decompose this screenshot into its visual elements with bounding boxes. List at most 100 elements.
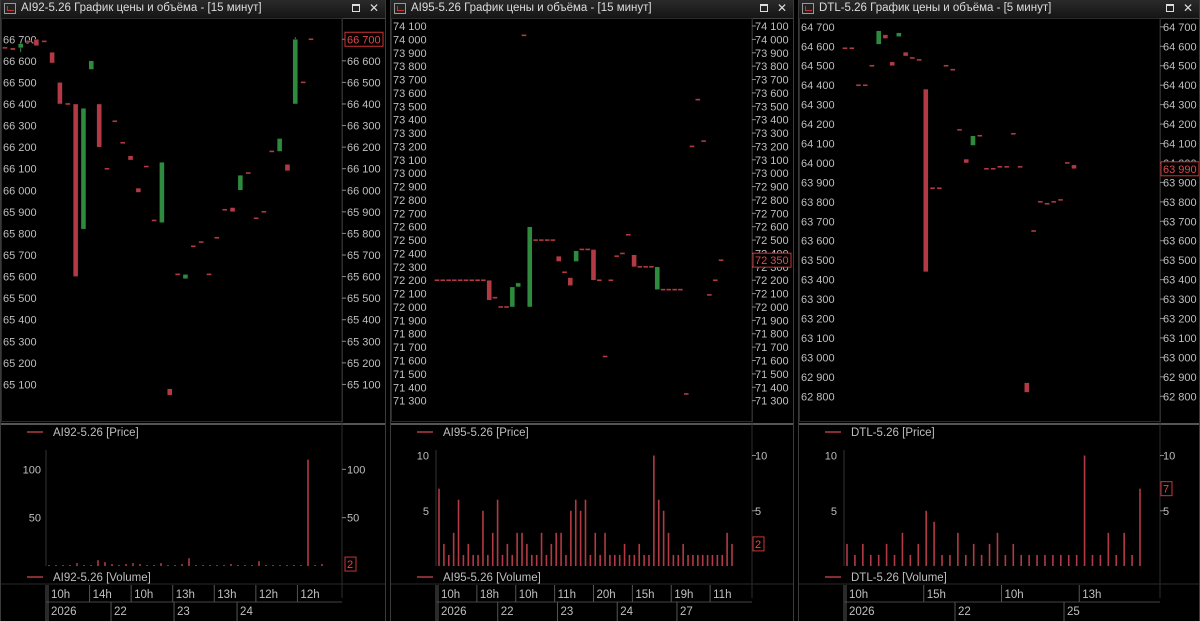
candle xyxy=(990,167,996,170)
candle xyxy=(498,305,504,309)
volume-bar xyxy=(667,532,670,566)
price-tick-right: 72 100 xyxy=(755,289,789,301)
volume-tick-left: 50 xyxy=(29,513,41,525)
price-tick-left: 66 100 xyxy=(3,164,37,176)
volume-bar xyxy=(1004,554,1007,566)
chart-window-1[interactable]: AI92-5.26 График цены и объёма - [15 мин… xyxy=(0,0,386,621)
window-titlebar[interactable]: DTL-5.26 График цены и объёма - [5 минут… xyxy=(799,0,1199,19)
volume-bar xyxy=(545,554,548,566)
candle xyxy=(590,249,597,281)
price-tick-right: 72 500 xyxy=(755,235,789,247)
chart-window-2[interactable]: AI95-5.26 График цены и объёма - [15 мин… xyxy=(390,0,794,621)
price-tick-right: 66 000 xyxy=(347,185,381,197)
chart-canvas[interactable]: 64 700 64 700 64 600 64 600 64 500 64 500 64 4… xyxy=(799,18,1199,621)
volume-bar xyxy=(628,554,631,566)
candle xyxy=(1051,200,1057,204)
price-tick-right: 63 300 xyxy=(1163,294,1197,306)
candle xyxy=(671,288,678,291)
price-tick-left: 72 600 xyxy=(393,222,427,234)
price-tick-left: 65 700 xyxy=(3,250,37,262)
volume-bar xyxy=(662,510,665,566)
volume-tick-right: 5 xyxy=(1163,506,1169,518)
candle xyxy=(943,64,949,67)
date-label: 2026 xyxy=(51,606,77,618)
maximize-icon[interactable] xyxy=(1163,1,1177,15)
volume-tick-right: 50 xyxy=(347,513,359,525)
candle xyxy=(1030,229,1037,233)
price-tick-right: 66 600 xyxy=(347,56,381,68)
volume-bar xyxy=(599,554,601,566)
volume-bar xyxy=(216,565,218,566)
price-tick-left: 72 500 xyxy=(393,235,427,247)
price-tick-left: 64 700 xyxy=(801,22,835,34)
price-tick-left: 73 900 xyxy=(393,48,427,60)
volume-bar xyxy=(307,459,309,566)
candle xyxy=(875,30,882,45)
candle xyxy=(648,265,655,269)
date-label: 2026 xyxy=(441,606,467,618)
candle xyxy=(57,82,63,105)
window-titlebar[interactable]: AI95-5.26 График цены и объёма - [15 мин… xyxy=(391,0,793,19)
candle xyxy=(206,273,212,276)
price-tick-left: 71 400 xyxy=(393,382,427,394)
volume-bar xyxy=(118,565,120,566)
price-tick-left: 64 300 xyxy=(801,100,835,112)
candle xyxy=(457,279,463,282)
volume-legend: DTL-5.26 [Volume] xyxy=(851,572,947,584)
window-titlebar[interactable]: AI92-5.26 График цены и объёма - [15 мин… xyxy=(1,0,385,19)
close-icon[interactable]: ✕ xyxy=(1181,1,1195,15)
chart-canvas[interactable]: 66 70066 70066 60066 60066 50066 50066 4… xyxy=(1,18,385,621)
chart-window-3[interactable]: DTL-5.26 График цены и объёма - [5 минут… xyxy=(798,0,1200,621)
close-icon[interactable]: ✕ xyxy=(775,1,789,15)
candle xyxy=(135,187,142,193)
candle xyxy=(527,226,533,308)
price-tick-left: 74 000 xyxy=(393,34,427,46)
candle xyxy=(666,288,672,291)
volume-bar xyxy=(535,554,538,566)
volume-bar xyxy=(972,543,975,566)
candle xyxy=(41,40,47,43)
time-label: 11h xyxy=(558,589,576,601)
candle xyxy=(509,286,516,308)
volume-bar xyxy=(153,565,155,566)
chart-canvas[interactable]: 74 100 74 10074 000 74 00073 900 73 90073 8… xyxy=(391,18,793,621)
date-label: 22 xyxy=(958,606,971,618)
volume-bar xyxy=(167,565,169,566)
volume-bar xyxy=(125,564,127,566)
maximize-icon[interactable] xyxy=(349,1,363,15)
candle xyxy=(25,40,32,43)
volume-bar xyxy=(506,543,509,566)
volume-bar xyxy=(869,554,872,566)
candle xyxy=(619,252,626,255)
volume-bar xyxy=(570,510,572,566)
candle xyxy=(198,240,204,244)
volume-bar xyxy=(941,554,943,566)
candle xyxy=(434,279,440,282)
volume-bar xyxy=(731,543,733,566)
price-tick-right: 66 500 xyxy=(347,77,381,89)
candle xyxy=(463,279,469,282)
volume-bar xyxy=(638,543,641,566)
volume-bar xyxy=(885,543,888,566)
volume-bar xyxy=(701,554,704,566)
price-tick-right: 65 900 xyxy=(347,207,381,219)
date-label: 24 xyxy=(240,606,253,618)
candle xyxy=(174,273,181,276)
close-icon[interactable]: ✕ xyxy=(367,1,381,15)
time-label: 19h xyxy=(674,589,693,601)
price-tick-right: 64 500 xyxy=(1163,61,1197,73)
volume-bar xyxy=(146,565,148,566)
maximize-icon[interactable] xyxy=(757,1,771,15)
volume-bar xyxy=(1067,554,1070,566)
price-tick-left: 71 800 xyxy=(393,329,427,341)
last-volume-label: 2 xyxy=(347,559,353,571)
price-tick-left: 63 300 xyxy=(801,294,835,306)
volume-bar xyxy=(62,565,64,566)
volume-tick-left: 5 xyxy=(423,506,429,518)
price-tick-right: 63 700 xyxy=(1163,216,1197,228)
candle xyxy=(613,254,620,258)
volume-bar xyxy=(1083,455,1086,566)
candle xyxy=(561,271,568,274)
volume-bar xyxy=(438,488,440,566)
price-tick-right: 64 200 xyxy=(1163,119,1197,131)
